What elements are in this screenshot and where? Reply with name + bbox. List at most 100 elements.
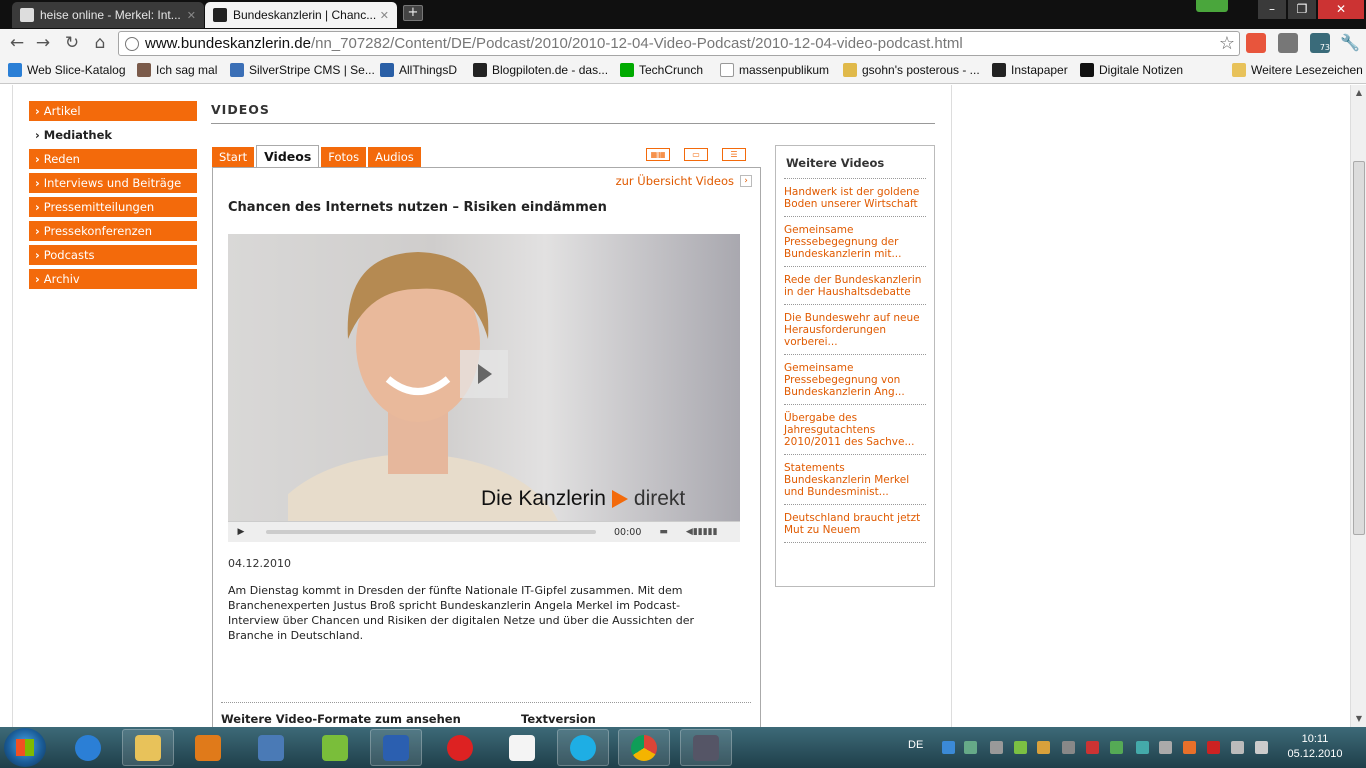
clock[interactable]: 10:11 05.12.2010: [1280, 732, 1350, 762]
more-video-link[interactable]: Die Bundeswehr auf neue Herausforderunge…: [784, 305, 926, 355]
tab-audios[interactable]: Audios: [368, 147, 421, 168]
word-icon[interactable]: [370, 729, 422, 766]
bookmark-item[interactable]: Digitale Notizen: [1080, 63, 1183, 77]
explorer-icon[interactable]: [122, 729, 174, 766]
bookmark-item[interactable]: Blogpiloten.de - das...: [473, 63, 608, 77]
media-player-icon[interactable]: [182, 729, 234, 766]
back-arrow-icon[interactable]: ←: [6, 32, 28, 54]
minimize-button[interactable]: –: [1258, 0, 1286, 19]
tray-icon[interactable]: [1062, 741, 1075, 754]
tray-icon[interactable]: [1231, 741, 1244, 754]
more-video-link[interactable]: Handwerk ist der goldene Boden unserer W…: [784, 179, 926, 217]
notepad-icon[interactable]: [496, 729, 548, 766]
section-title: VIDEOS: [211, 102, 935, 124]
network-app-icon[interactable]: [680, 729, 732, 766]
new-tab-button[interactable]: +: [403, 5, 423, 21]
shield-extension-icon[interactable]: [1278, 33, 1298, 53]
bookmark-item[interactable]: SilverStripe CMS | Se...: [230, 63, 375, 77]
tray-icon[interactable]: [1086, 741, 1099, 754]
single-view-icon[interactable]: ▭: [684, 148, 708, 161]
tab-fotos[interactable]: Fotos: [321, 147, 367, 168]
volume-tray-icon[interactable]: [1255, 741, 1268, 754]
nav-item-pressekonferenzen[interactable]: › Pressekonferenzen: [29, 221, 197, 241]
network-tray-icon[interactable]: [1159, 741, 1172, 754]
bookmark-item[interactable]: Ich sag mal: [137, 63, 217, 77]
video-frame[interactable]: Die Kanzlerin direkt: [228, 234, 740, 521]
bookmark-item[interactable]: TechCrunch: [620, 63, 703, 77]
tab-videos[interactable]: Videos: [256, 145, 320, 168]
maximize-button[interactable]: ❐: [1288, 0, 1316, 19]
bookmark-item[interactable]: massenpublikum: [720, 63, 829, 77]
audio-recorder-icon[interactable]: [434, 729, 486, 766]
nav-item-archiv[interactable]: › Archiv: [29, 269, 197, 289]
posterous-icon: [843, 63, 857, 77]
more-video-link[interactable]: Gemeinsame Pressebegegnung von Bundeskan…: [784, 355, 926, 405]
scroll-down-icon[interactable]: ▼: [1351, 711, 1366, 727]
system-tray: DE 10:11 05.12.2010: [900, 727, 1366, 768]
play-overlay-icon[interactable]: [460, 350, 508, 398]
tray-icon[interactable]: [1110, 741, 1123, 754]
bookmark-item[interactable]: AllThingsD: [380, 63, 457, 77]
nav-item-podcasts[interactable]: › Podcasts: [29, 245, 197, 265]
nav-item-artikel[interactable]: › Artikel: [29, 101, 197, 121]
other-bookmarks-folder[interactable]: Weitere Lesezeichen: [1232, 63, 1363, 77]
more-video-link[interactable]: Gemeinsame Pressebegegnung der Bundeskan…: [784, 217, 926, 267]
more-video-link[interactable]: Deutschland braucht jetzt Mut zu Neuem: [784, 505, 926, 543]
dropbox-tray-icon[interactable]: [942, 741, 955, 754]
fullscreen-icon[interactable]: ▬: [659, 527, 668, 537]
tab-start[interactable]: Start: [212, 147, 255, 168]
nav-item-mediathek[interactable]: › Mediathek: [29, 125, 197, 145]
nav-item-reden[interactable]: › Reden: [29, 149, 197, 169]
page-viewport: › Artikel › Mediathek › Reden › Interviews u…: [0, 85, 1350, 727]
play-icon[interactable]: ▶: [228, 527, 254, 537]
close-icon[interactable]: ✕: [187, 9, 196, 22]
gadgets-icon[interactable]: [309, 729, 361, 766]
forward-arrow-icon[interactable]: →: [32, 32, 54, 54]
chrome-icon[interactable]: [618, 729, 670, 766]
allthingsd-icon: [380, 63, 394, 77]
wrench-icon[interactable]: 🔧: [1340, 33, 1360, 53]
language-indicator[interactable]: DE: [908, 739, 923, 751]
tool-icon[interactable]: [245, 729, 297, 766]
tray-icon[interactable]: [1183, 741, 1196, 754]
tab-bundeskanzlerin[interactable]: Bundeskanzlerin | Chanc... ✕: [205, 2, 397, 28]
start-button[interactable]: [4, 728, 46, 767]
tray-icon[interactable]: [1014, 741, 1027, 754]
tray-icon[interactable]: [1207, 741, 1220, 754]
more-video-link[interactable]: Rede der Bundeskanzlerin in der Haushalt…: [784, 267, 926, 305]
skype-icon[interactable]: [557, 729, 609, 766]
tray-icon[interactable]: [990, 741, 1003, 754]
video-content-box: zur Übersicht Videos › Chancen des Inter…: [212, 167, 761, 727]
more-videos-title: Weitere Videos: [784, 154, 926, 179]
video-date: 04.12.2010: [228, 557, 291, 570]
badge-extension-icon[interactable]: 73: [1310, 33, 1330, 53]
internet-explorer-icon[interactable]: [62, 729, 114, 766]
scroll-up-icon[interactable]: ▲: [1351, 85, 1366, 101]
address-bar[interactable]: www.bundeskanzlerin.de /nn_707282/Conten…: [118, 31, 1240, 56]
plus-extension-icon[interactable]: [1246, 33, 1266, 53]
tray-icon[interactable]: [1037, 741, 1050, 754]
nav-item-pressemitteilungen[interactable]: › Pressemitteilungen: [29, 197, 197, 217]
page-scrollbar[interactable]: ▲ ▼: [1350, 85, 1366, 727]
tray-icon[interactable]: [1136, 741, 1149, 754]
tab-heise[interactable]: heise online - Merkel: Int... ✕: [12, 2, 204, 28]
more-video-link[interactable]: Übergabe des Jahresgutachtens 2010/2011 …: [784, 405, 926, 455]
reload-icon[interactable]: ↻: [61, 32, 83, 54]
grid-view-icon[interactable]: ▦▦: [646, 148, 670, 161]
home-icon[interactable]: ⌂: [89, 32, 111, 54]
seek-bar[interactable]: [266, 530, 596, 534]
scroll-thumb[interactable]: [1353, 161, 1365, 535]
nav-item-interviews[interactable]: › Interviews und Beiträge: [29, 173, 197, 193]
bookmark-item[interactable]: Web Slice-Katalog: [8, 63, 126, 77]
bookmark-item[interactable]: gsohn's posterous - ...: [843, 63, 980, 77]
close-window-button[interactable]: ✕: [1318, 0, 1364, 19]
star-icon[interactable]: ☆: [1219, 33, 1235, 54]
bookmark-item[interactable]: Instapaper: [992, 63, 1068, 77]
video-player[interactable]: Die Kanzlerin direkt ▶ 00:00 ▬ ◀▮▮▮▮▮: [228, 234, 740, 542]
overview-videos-link[interactable]: zur Übersicht Videos ›: [616, 174, 752, 188]
close-icon[interactable]: ✕: [380, 9, 389, 22]
tray-icon[interactable]: [964, 741, 977, 754]
volume-icon[interactable]: ◀▮▮▮▮▮: [686, 527, 718, 537]
list-view-icon[interactable]: ☰: [722, 148, 746, 161]
more-video-link[interactable]: Statements Bundeskanzlerin Merkel und Bu…: [784, 455, 926, 505]
